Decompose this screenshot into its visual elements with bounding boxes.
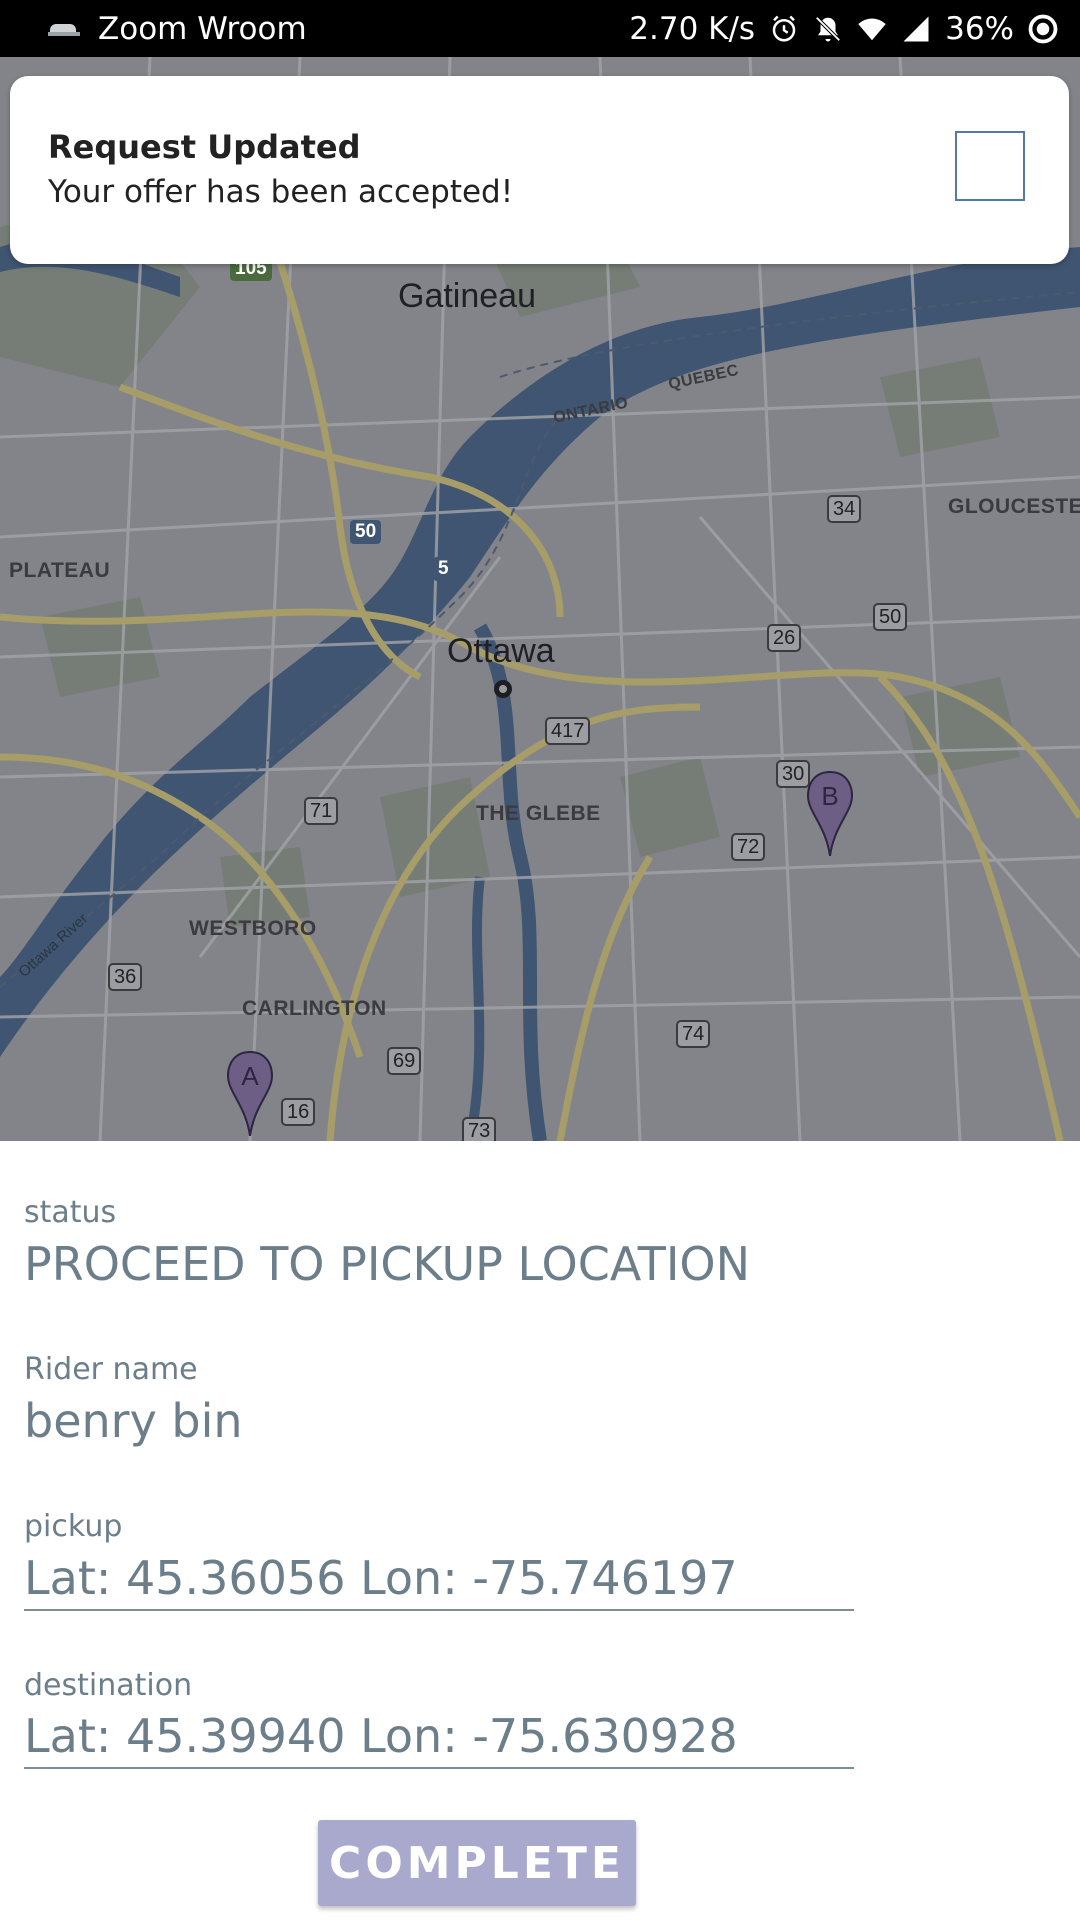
notifications-off-icon — [813, 14, 843, 44]
network-speed: 2.70 K/s — [629, 10, 756, 47]
map-label-ottawa: Ottawa — [447, 632, 555, 670]
road-shield-69: 69 — [387, 1047, 422, 1075]
notification-card[interactable]: Request Updated Your offer has been acce… — [10, 76, 1069, 264]
map-label-westboro: WESTBORO — [189, 917, 317, 940]
status-value: PROCEED TO PICKUP LOCATION — [24, 1237, 751, 1291]
notification-thumbnail — [955, 131, 1025, 201]
map-label-gloucester: GLOUCESTER — [948, 495, 1080, 518]
map-label-plateau: PLATEAU — [9, 559, 111, 582]
road-shield-36: 36 — [108, 963, 143, 991]
pickup-label: pickup — [24, 1509, 123, 1544]
destination-field[interactable]: Lat: 45.39940 Lon: -75.630928 — [24, 1709, 854, 1769]
road-shield-72: 72 — [731, 833, 766, 861]
road-shield-50b: 50 — [873, 603, 908, 631]
rider-name-label: Rider name — [24, 1352, 198, 1387]
car-icon — [48, 18, 80, 40]
pickup-field[interactable]: Lat: 45.36056 Lon: -75.746197 — [24, 1551, 854, 1611]
rider-name-value: benry bin — [24, 1394, 243, 1448]
road-shield-71: 71 — [304, 797, 339, 825]
road-shield-26: 26 — [767, 624, 802, 652]
map-label-gatineau: Gatineau — [398, 277, 536, 315]
notification-body: Your offer has been accepted! — [48, 174, 514, 210]
battery-percent: 36% — [945, 10, 1014, 47]
road-shield-5: 5 — [433, 557, 454, 581]
road-shield-16: 16 — [281, 1098, 316, 1126]
road-shield-74: 74 — [676, 1020, 711, 1048]
status-label: status — [24, 1195, 117, 1230]
pickup-marker[interactable]: A — [226, 1050, 274, 1136]
map-label-glebe: THE GLEBE — [476, 802, 601, 825]
destination-marker[interactable]: B — [806, 770, 854, 856]
road-shield-50: 50 — [350, 520, 382, 544]
app-name: Zoom Wroom — [98, 10, 307, 47]
wifi-icon — [857, 14, 887, 44]
road-shield-34: 34 — [827, 495, 862, 523]
battery-icon — [1028, 14, 1058, 44]
destination-label: destination — [24, 1668, 193, 1703]
status-bar: Zoom Wroom 2.70 K/s 36% — [0, 0, 1080, 57]
complete-button[interactable]: COMPLETE — [318, 1820, 636, 1906]
pickup-marker-label: A — [241, 1061, 259, 1091]
road-shield-73: 73 — [462, 1117, 497, 1141]
notification-title: Request Updated — [48, 128, 361, 166]
road-shield-417: 417 — [545, 717, 591, 745]
alarm-icon — [769, 14, 799, 44]
map-label-carlington: CARLINGTON — [242, 997, 387, 1020]
signal-icon — [901, 14, 931, 44]
destination-marker-label: B — [821, 781, 838, 811]
